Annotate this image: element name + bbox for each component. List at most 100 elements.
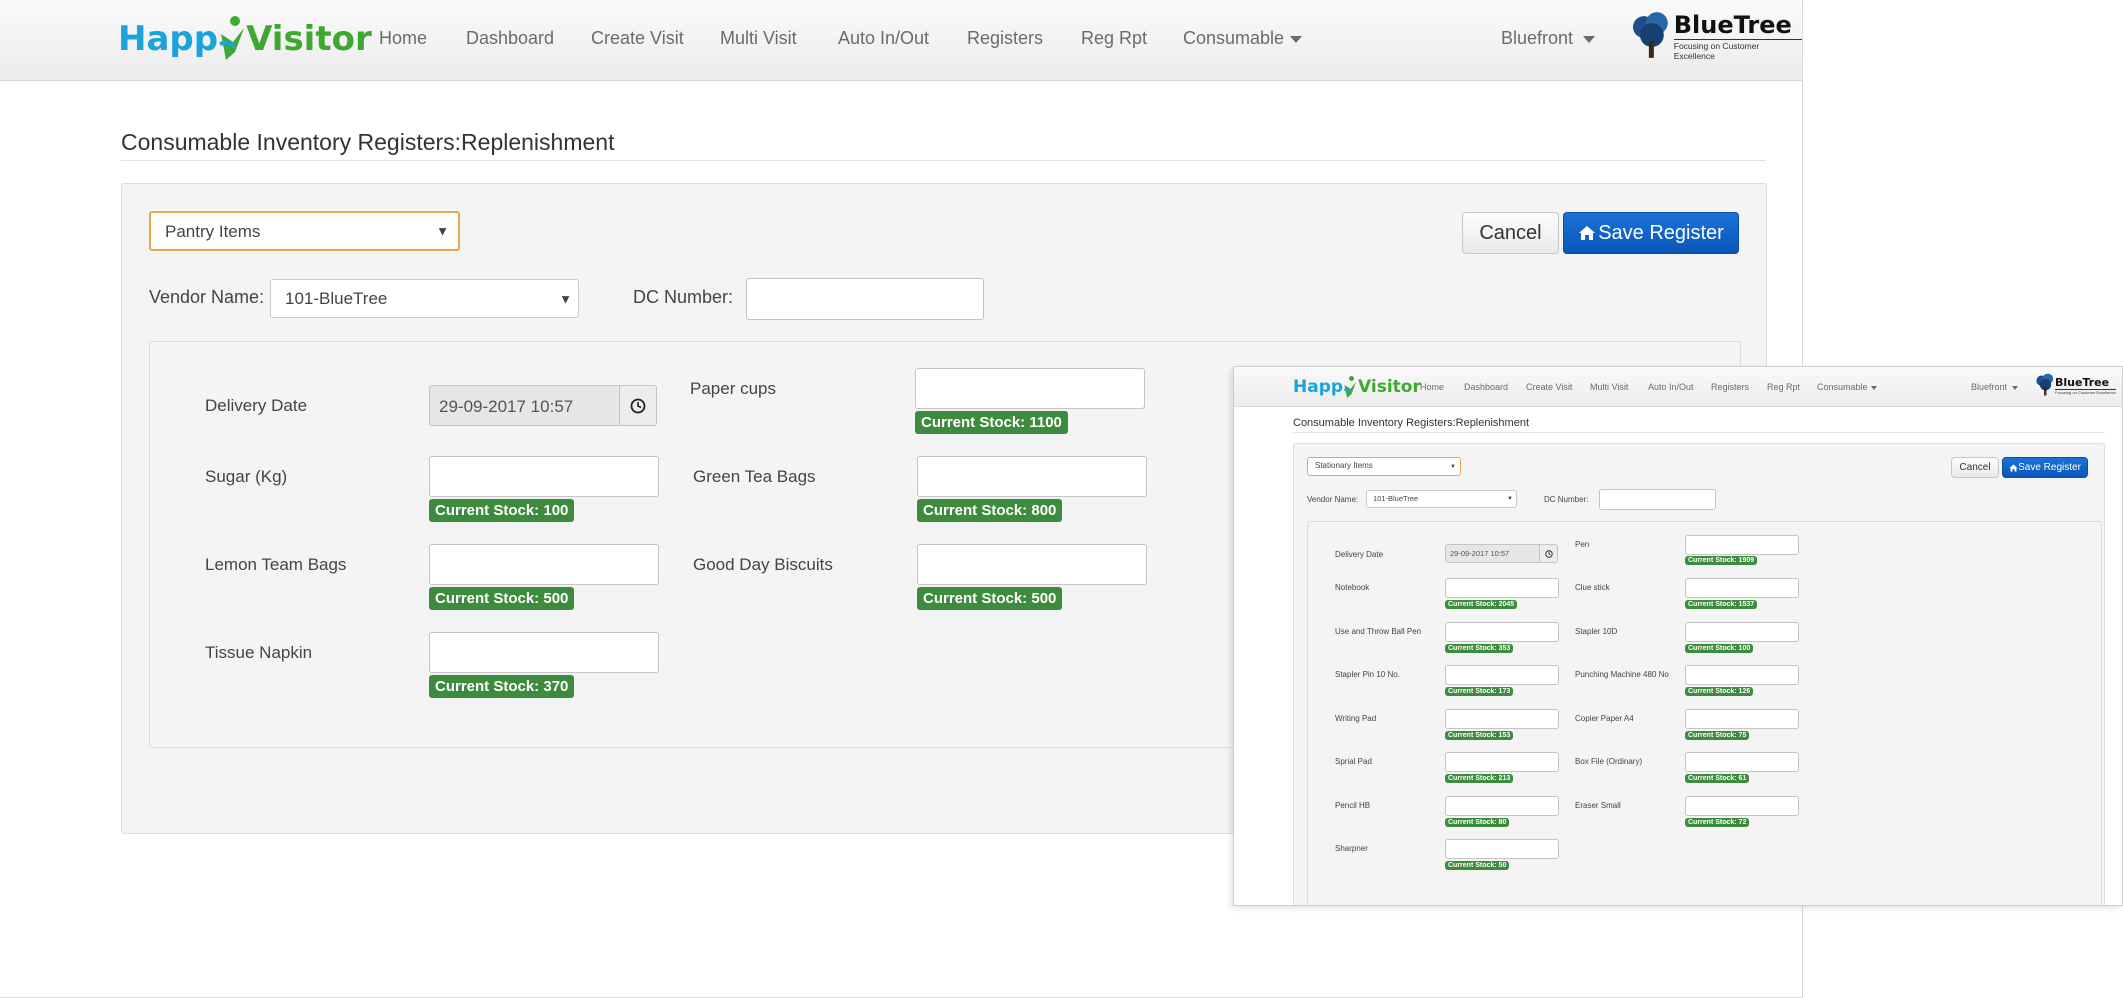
category-select-value: Pantry Items <box>165 222 261 241</box>
current-stock-badge: Current Stock: 800 <box>917 499 1063 522</box>
item-quantity-input[interactable] <box>1445 622 1559 642</box>
title-divider <box>1293 432 2105 433</box>
category-select[interactable]: Stationary Items ▼ <box>1307 457 1461 476</box>
tree-icon <box>1632 12 1668 58</box>
item-quantity-input[interactable] <box>1445 665 1559 685</box>
item-quantity-input[interactable] <box>1685 665 1799 685</box>
logo-text-visitor: Visitor <box>246 19 372 59</box>
nav-consumable-dropdown[interactable]: Consumable <box>1817 382 1877 392</box>
nav-home[interactable]: Home <box>1420 382 1444 392</box>
item-quantity-input[interactable] <box>1445 752 1559 772</box>
current-stock-badge: Current Stock: 173 <box>1445 687 1514 696</box>
nav-reg-rpt[interactable]: Reg Rpt <box>1767 382 1800 392</box>
item-label: Paper cups <box>690 379 776 398</box>
nav-reg-rpt[interactable]: Reg Rpt <box>1081 28 1147 49</box>
stationary-items-screenshot: Happ Visitor Home Dashboard Create Visit… <box>1233 366 2123 906</box>
nav-home[interactable]: Home <box>379 28 427 49</box>
vendor-name-select[interactable]: 101-BlueTree ▼ <box>270 279 579 318</box>
item-label: Copier Paper A4 <box>1575 714 1634 723</box>
dc-number-label: DC Number: <box>633 287 734 307</box>
page-title: Consumable Inventory Registers:Replenish… <box>1293 417 1530 429</box>
item-quantity-input[interactable] <box>429 632 659 673</box>
caret-down-icon: ▼ <box>1507 496 1513 502</box>
bluetree-logo: BlueTree Focusing on Customer Excellence <box>1630 10 1802 62</box>
delivery-date-label: Delivery Date <box>205 396 308 415</box>
item-quantity-input[interactable] <box>1685 535 1799 555</box>
category-select[interactable]: Pantry Items ▼ <box>149 211 460 251</box>
user-menu-dropdown[interactable]: Bluefront <box>1501 28 1596 49</box>
current-stock-badge: Current Stock: 370 <box>429 675 575 698</box>
happyvisitor-logo[interactable]: Happ Visitor <box>118 10 372 68</box>
item-quantity-input[interactable] <box>1445 709 1559 729</box>
nav-dashboard[interactable]: Dashboard <box>466 28 554 49</box>
current-stock-badge: Current Stock: 61 <box>1685 774 1750 783</box>
nav-create-visit[interactable]: Create Visit <box>1526 382 1572 392</box>
user-menu-dropdown[interactable]: Bluefront <box>1971 382 2019 392</box>
current-stock-badge: Current Stock: 80 <box>1445 818 1510 827</box>
current-stock-badge: Current Stock: 126 <box>1685 687 1754 696</box>
item-label: Pencil HB <box>1335 801 1371 810</box>
caret-down-icon <box>2012 385 2019 390</box>
register-form-panel: Stationary Items ▼ Cancel Save Register … <box>1293 443 2105 905</box>
bluetree-tagline: Focusing on Customer Excellence <box>2055 388 2116 395</box>
date-picker-button[interactable] <box>619 385 657 426</box>
current-stock-badge: Current Stock: 1537 <box>1685 600 1758 609</box>
nav-registers[interactable]: Registers <box>967 28 1043 49</box>
date-picker-button[interactable] <box>1539 544 1558 563</box>
item-quantity-input[interactable] <box>429 456 659 497</box>
nav-multi-visit[interactable]: Multi Visit <box>1590 382 1628 392</box>
dc-number-input[interactable] <box>1599 489 1716 510</box>
caret-down-icon: ▼ <box>559 291 572 306</box>
nav-auto-in-out[interactable]: Auto In/Out <box>838 28 929 49</box>
delivery-date-input[interactable]: 29-09-2017 10:57 <box>429 385 620 426</box>
item-quantity-input[interactable] <box>917 456 1147 497</box>
nav-dashboard[interactable]: Dashboard <box>1464 382 1508 392</box>
vendor-name-label: Vendor Name: <box>1307 495 1359 504</box>
item-label: Good Day Biscuits <box>693 555 833 574</box>
cancel-button[interactable]: Cancel <box>1951 457 1999 478</box>
item-quantity-input[interactable] <box>915 368 1145 409</box>
bluetree-name: BlueTree <box>1673 11 1792 39</box>
logo-text-happ: Happ <box>118 19 219 59</box>
save-register-button[interactable]: Save Register <box>2002 457 2088 478</box>
item-label: Green Tea Bags <box>693 467 816 486</box>
item-label: Notebook <box>1335 583 1370 592</box>
clock-icon <box>1544 549 1553 558</box>
item-quantity-input[interactable] <box>429 544 659 585</box>
bluetree-tagline: Focusing on Customer Excellence <box>1673 39 1802 61</box>
nav-registers[interactable]: Registers <box>1711 382 1749 392</box>
vendor-name-value: 101-BlueTree <box>1373 494 1419 503</box>
nav-consumable-dropdown[interactable]: Consumable <box>1183 28 1303 49</box>
happyvisitor-logo[interactable]: Happ Visitor <box>1293 373 1421 401</box>
nav-create-visit[interactable]: Create Visit <box>591 28 684 49</box>
current-stock-badge: Current Stock: 75 <box>1685 731 1750 740</box>
logo-text-happ: Happ <box>1293 377 1344 397</box>
item-quantity-input[interactable] <box>1685 709 1799 729</box>
vendor-name-value: 101-BlueTree <box>285 289 388 308</box>
nav-multi-visit[interactable]: Multi Visit <box>720 28 797 49</box>
current-stock-badge: Current Stock: 500 <box>917 587 1063 610</box>
item-quantity-input[interactable] <box>1445 796 1559 816</box>
current-stock-badge: Current Stock: 72 <box>1685 818 1750 827</box>
item-quantity-input[interactable] <box>917 544 1147 585</box>
home-icon <box>1579 226 1596 240</box>
vendor-name-select[interactable]: 101-BlueTree ▼ <box>1366 490 1517 508</box>
cancel-button[interactable]: Cancel <box>1462 212 1559 254</box>
item-quantity-input[interactable] <box>1445 578 1559 598</box>
caret-down-icon <box>1870 385 1877 390</box>
top-navbar: Happ Visitor Home Dashboard Create Visit… <box>0 0 1802 81</box>
item-quantity-input[interactable] <box>1685 752 1799 772</box>
save-register-button[interactable]: Save Register <box>1563 212 1739 254</box>
dc-number-input[interactable] <box>746 278 984 320</box>
item-label: Clue stick <box>1575 583 1610 592</box>
item-quantity-input[interactable] <box>1685 578 1799 598</box>
current-stock-badge: Current Stock: 153 <box>1445 731 1514 740</box>
nav-auto-in-out[interactable]: Auto In/Out <box>1648 382 1694 392</box>
item-quantity-input[interactable] <box>1445 839 1559 859</box>
item-quantity-input[interactable] <box>1685 796 1799 816</box>
item-quantity-input[interactable] <box>1685 622 1799 642</box>
current-stock-badge: Current Stock: 100 <box>1685 644 1754 653</box>
save-register-label: Save Register <box>1598 221 1724 244</box>
item-label: Lemon Team Bags <box>205 555 347 574</box>
delivery-date-input[interactable]: 29-09-2017 10:57 <box>1445 544 1540 563</box>
